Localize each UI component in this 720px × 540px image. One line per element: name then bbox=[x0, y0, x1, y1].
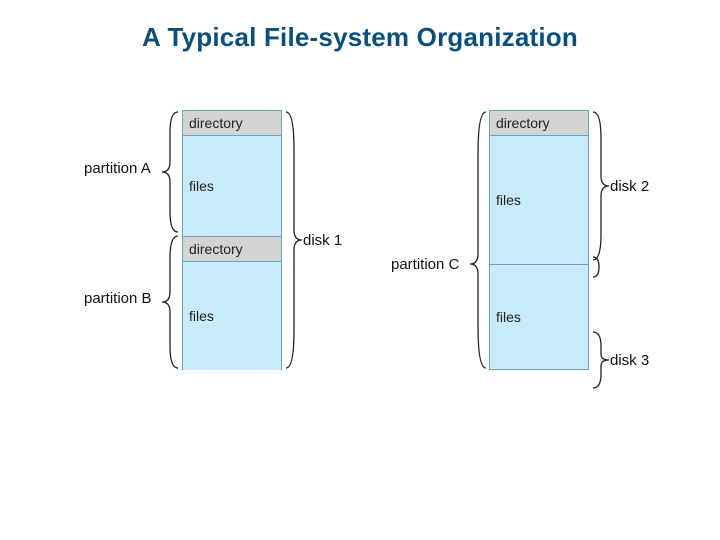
disk1-column: directory files directory files bbox=[182, 110, 282, 370]
label-partition-a: partition A bbox=[84, 160, 151, 177]
brace-disk-2 bbox=[591, 110, 611, 262]
disk3-files-cell: files bbox=[490, 264, 588, 369]
brace-partition-b bbox=[160, 234, 180, 370]
label-disk-1: disk 1 bbox=[303, 232, 342, 249]
disk2-files-cell: files bbox=[490, 136, 588, 264]
partitionA-directory-cell: directory bbox=[183, 111, 281, 136]
partitionB-files-cell: files bbox=[183, 262, 281, 370]
brace-disk-3 bbox=[591, 330, 611, 390]
brace-disk-boundary bbox=[591, 255, 611, 279]
brace-partition-c bbox=[468, 110, 488, 370]
disk2-directory-cell: directory bbox=[490, 111, 588, 136]
page-title: A Typical File-system Organization bbox=[0, 22, 720, 53]
label-partition-c: partition C bbox=[391, 256, 459, 273]
label-disk-3: disk 3 bbox=[610, 352, 649, 369]
partitionC-column: directory files files bbox=[489, 110, 589, 370]
brace-partition-a bbox=[160, 110, 180, 234]
label-partition-b: partition B bbox=[84, 290, 152, 307]
partitionB-directory-cell: directory bbox=[183, 236, 281, 262]
brace-disk-1 bbox=[284, 110, 304, 370]
partitionA-files-cell: files bbox=[183, 136, 281, 236]
label-disk-2: disk 2 bbox=[610, 178, 649, 195]
